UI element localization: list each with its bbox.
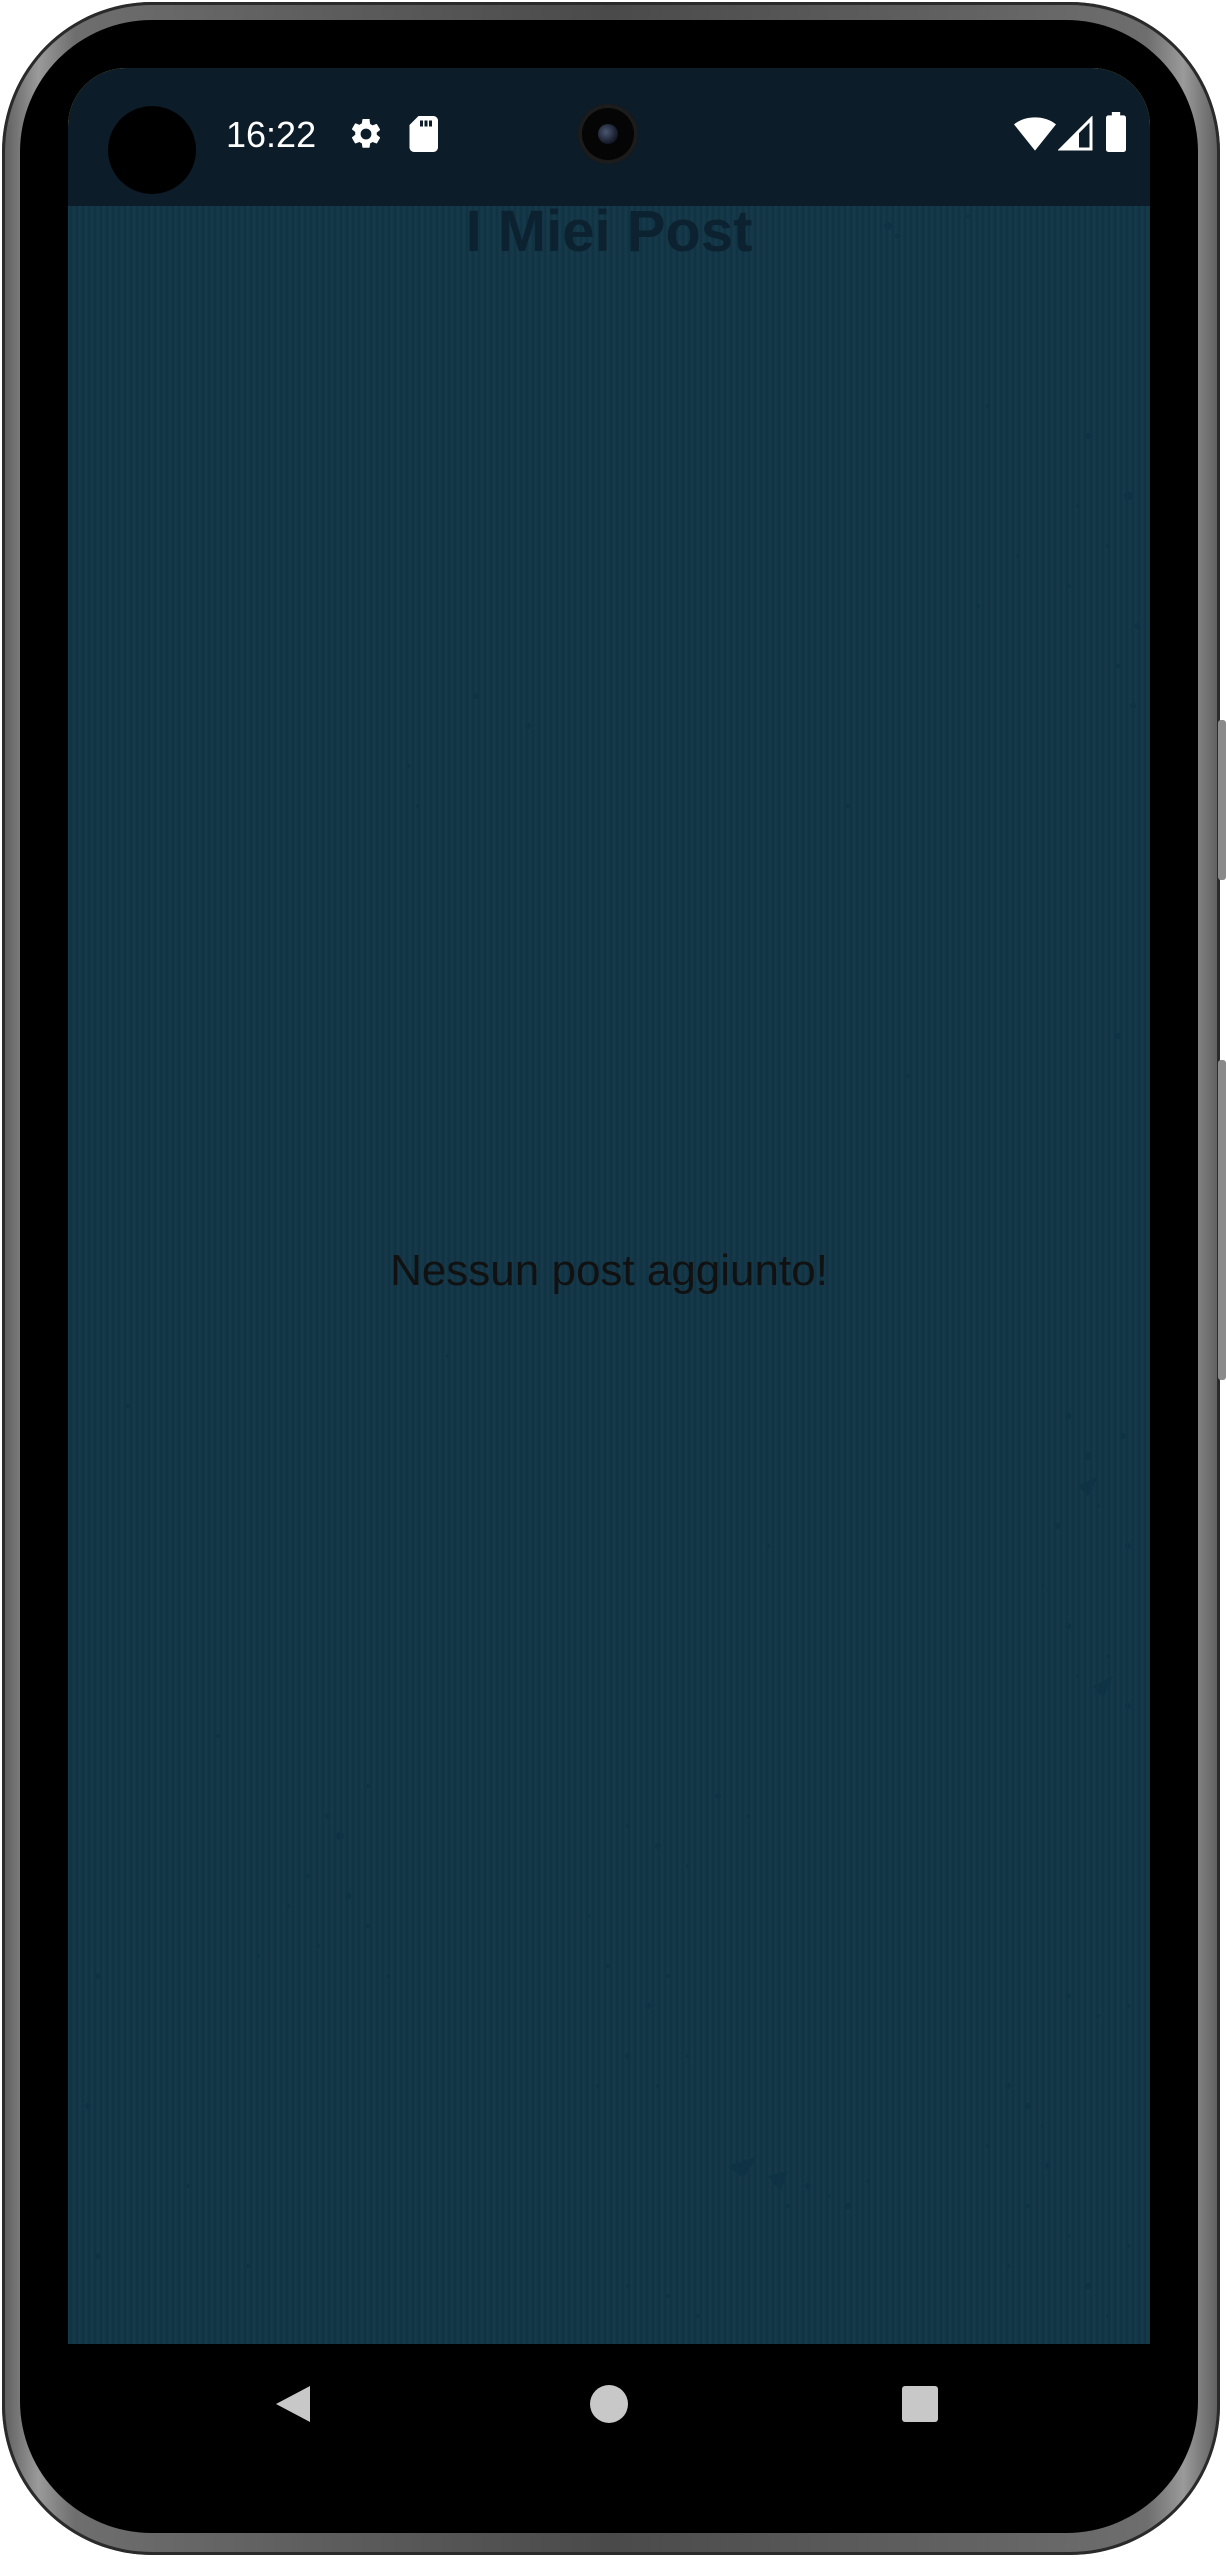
settings-gear-icon (348, 116, 384, 157)
home-circle-icon[interactable] (589, 2384, 629, 2429)
cellular-signal-icon (1057, 115, 1094, 157)
screen: 16:22 I Miei Post Nessun post aggiunto! (68, 68, 1150, 2344)
wifi-icon (1014, 116, 1056, 157)
volume-button (1218, 720, 1226, 880)
battery-icon (1106, 112, 1126, 157)
page-title: I Miei Post (465, 199, 753, 264)
status-bar: 16:22 (68, 68, 1150, 206)
status-time: 16:22 (226, 114, 317, 155)
back-triangle-icon[interactable] (274, 2384, 314, 2429)
navigation-bar (68, 2344, 1150, 2464)
punch-hole-left (108, 106, 196, 194)
power-button (1218, 1060, 1226, 1380)
phone-device: 16:22 I Miei Post Nessun post aggiunto! (0, 0, 1226, 2559)
recents-square-icon[interactable] (900, 2384, 940, 2429)
empty-state-message: Nessun post aggiunto! (390, 1246, 828, 1295)
front-camera (578, 104, 638, 164)
sd-card-icon (408, 116, 438, 157)
